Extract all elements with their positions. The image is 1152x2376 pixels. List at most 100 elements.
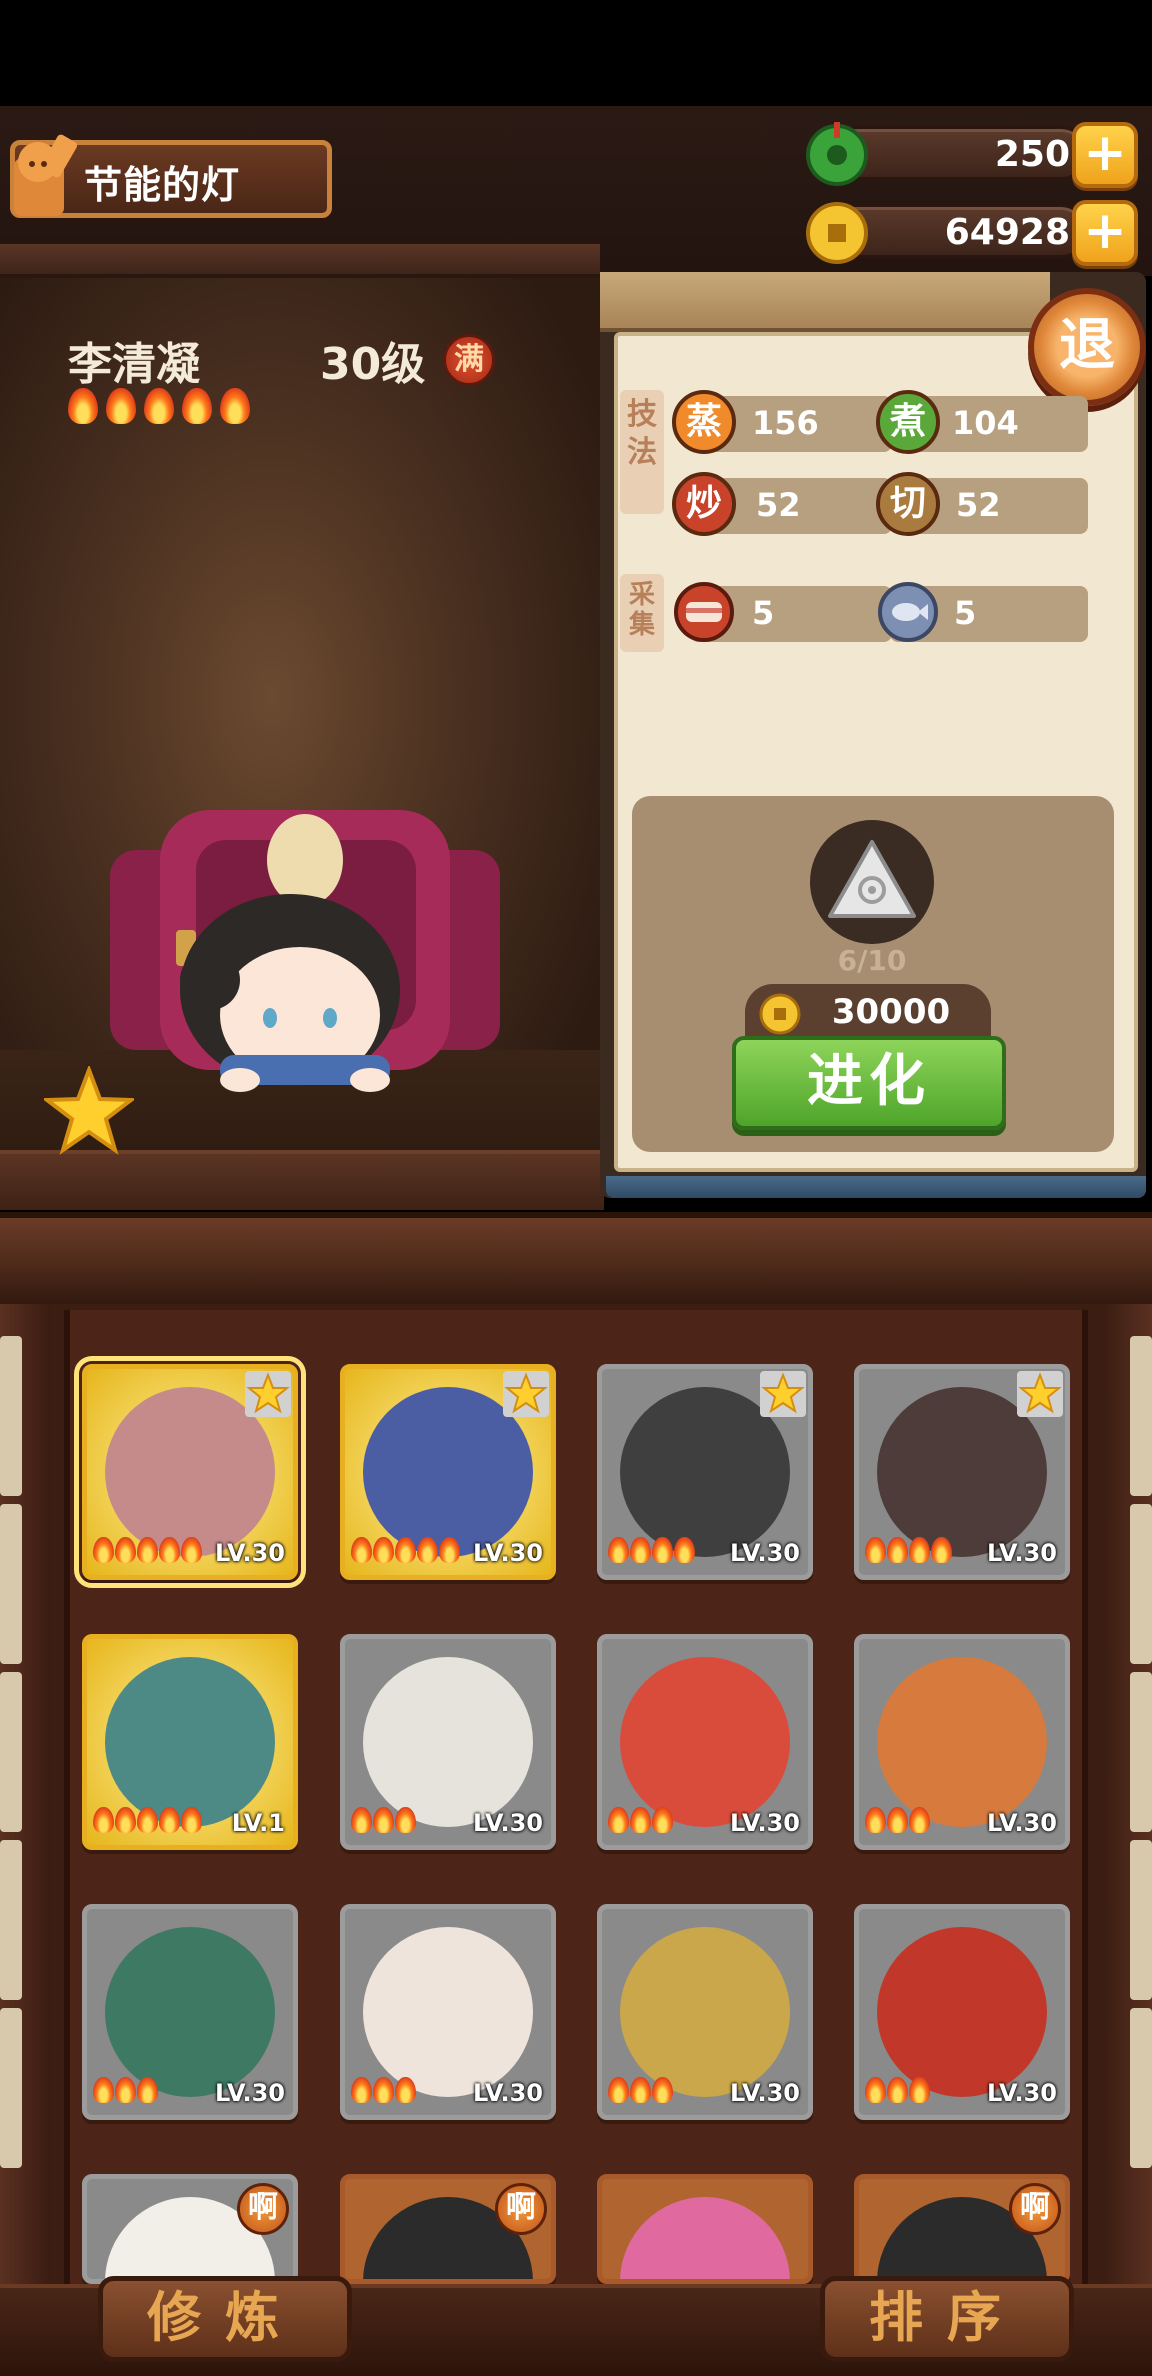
card-rarity-flames <box>351 1807 417 1837</box>
rarity-flame-icon <box>931 1537 952 1563</box>
card-level: LV.30 <box>215 2079 285 2107</box>
technique-section-label: 技法 <box>620 390 664 514</box>
rarity-flame-icon <box>887 1537 908 1563</box>
cut-value: 52 <box>956 486 1001 524</box>
rarity-flame-icon <box>865 1537 886 1563</box>
rarity-flame-icon <box>182 388 212 424</box>
rarity-flame-icon <box>630 1537 651 1563</box>
favorite-star-icon[interactable] <box>44 1066 134 1156</box>
add-jade-button[interactable]: + <box>1072 122 1138 188</box>
rarity-flame-icon <box>93 2077 114 2103</box>
roster-card[interactable]: LV.30 <box>74 1356 306 1588</box>
rarity-flame-icon <box>373 1537 394 1563</box>
rarity-flame-icon <box>439 1537 460 1563</box>
roster-card[interactable]: LV.30 <box>597 1904 813 2120</box>
rarity-flame-icon <box>887 2077 908 2103</box>
player-name: 节能的灯 <box>84 163 241 207</box>
steam-icon: 蒸 <box>672 390 736 454</box>
side-tab <box>0 1672 22 1832</box>
card-level: LV.1 <box>231 1809 285 1837</box>
rarity-flame-icon <box>351 1807 372 1833</box>
steam-value: 156 <box>752 404 819 442</box>
rarity-flame-icon <box>115 1807 136 1833</box>
rarity-flame-icon <box>137 1537 158 1563</box>
status-bar <box>0 0 1152 106</box>
rarity-flame-icon <box>137 1807 158 1833</box>
rarity-flame-icon <box>93 1807 114 1833</box>
roster-card[interactable]: LV.30 <box>854 1634 1070 1850</box>
rarity-flame-icon <box>865 2077 886 2103</box>
meat-value: 5 <box>752 594 775 632</box>
player-avatar-icon[interactable] <box>4 128 80 224</box>
rarity-flame-icon <box>373 2077 394 2103</box>
rarity-flame-icon <box>652 1537 673 1563</box>
rarity-flame-icon <box>608 1537 629 1563</box>
roster-card[interactable]: LV.30 <box>854 1364 1070 1580</box>
roster-card-portrait <box>105 1657 275 1827</box>
card-level: LV.30 <box>473 2079 543 2107</box>
card-star-icon <box>245 1371 291 1417</box>
rarity-flame-icon <box>395 2077 416 2103</box>
meat-icon <box>674 582 734 642</box>
roster-card[interactable]: 啊 <box>340 2174 556 2284</box>
evolve-stone-icon[interactable] <box>818 828 926 936</box>
rarity-flame-icon <box>395 1807 416 1833</box>
roster-card[interactable]: LV.30 <box>340 1634 556 1850</box>
add-coin-button[interactable]: + <box>1072 200 1138 266</box>
roster-card[interactable] <box>597 2174 813 2284</box>
roster-card[interactable]: 啊 <box>854 2174 1070 2284</box>
cut-icon: 切 <box>876 472 940 536</box>
roster-card[interactable]: LV.30 <box>597 1634 813 1850</box>
jade-amount: 250 <box>994 134 1070 175</box>
rarity-flame-icon <box>417 1537 438 1563</box>
card-rarity-flames <box>865 1807 931 1837</box>
sort-button[interactable]: 排序 <box>820 2276 1074 2362</box>
side-tab <box>1130 1672 1152 1832</box>
side-tab <box>1130 1840 1152 2000</box>
roster-card[interactable]: 啊 <box>82 2174 298 2284</box>
card-rarity-flames <box>865 2077 931 2107</box>
rarity-flame-icon <box>909 2077 930 2103</box>
rarity-flame-icon <box>115 1537 136 1563</box>
roster-card[interactable]: LV.30 <box>82 1904 298 2120</box>
roster-card-portrait <box>620 2197 790 2279</box>
rarity-flame-icon <box>115 2077 136 2103</box>
roster-card-portrait <box>363 1657 533 1827</box>
card-level: LV.30 <box>473 1539 543 1567</box>
rarity-flame-icon <box>137 2077 158 2103</box>
card-level: LV.30 <box>473 1809 543 1837</box>
rarity-flame-icon <box>909 1807 930 1833</box>
stats-panel-base <box>606 1176 1146 1198</box>
rarity-flame-icon <box>608 2077 629 2103</box>
roster-card[interactable]: LV.30 <box>340 1904 556 2120</box>
character-name: 李清凝 <box>68 339 200 390</box>
roster-card[interactable]: LV.30 <box>854 1904 1070 2120</box>
character-portrait <box>110 810 500 1092</box>
evolve-button[interactable]: 进化 <box>732 1036 1006 1130</box>
card-rarity-flames <box>865 1537 953 1567</box>
roster-card-portrait <box>105 1927 275 2097</box>
exit-button[interactable]: 退 <box>1028 288 1146 406</box>
roster-card[interactable]: LV.30 <box>597 1364 813 1580</box>
roster-card-portrait <box>877 1657 1047 1827</box>
rarity-flame-icon <box>144 388 174 424</box>
rarity-flame-icon <box>865 1807 886 1833</box>
card-star-icon <box>503 1371 549 1417</box>
side-tab <box>1130 2008 1152 2168</box>
card-rarity-flames <box>608 2077 674 2107</box>
card-level: LV.30 <box>730 1539 800 1567</box>
rarity-flame-icon <box>159 1537 180 1563</box>
roster-card[interactable]: LV.1 <box>82 1634 298 1850</box>
roster-card-portrait <box>877 1927 1047 2097</box>
rarity-flame-icon <box>220 388 250 424</box>
evolve-cost: 30000 <box>831 992 951 1032</box>
train-button[interactable]: 修炼 <box>98 2276 352 2362</box>
card-rarity-flames <box>93 2077 159 2107</box>
card-level: LV.30 <box>987 2079 1057 2107</box>
card-rarity-flames <box>351 2077 417 2107</box>
rarity-flame-icon <box>887 1807 908 1833</box>
boil-value: 104 <box>952 404 1019 442</box>
card-rarity-flames <box>608 1537 696 1567</box>
roster-card[interactable]: LV.30 <box>340 1364 556 1580</box>
side-tab <box>0 1840 22 2000</box>
